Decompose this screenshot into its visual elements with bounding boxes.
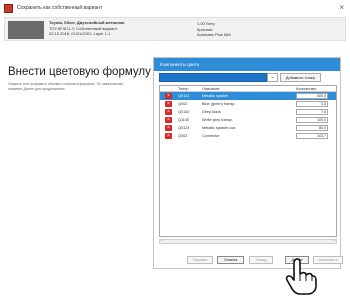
cancel-button[interactable]: Отмена bbox=[217, 256, 244, 264]
close-icon[interactable]: × bbox=[339, 3, 344, 12]
quantity-field[interactable]: 600.0 bbox=[296, 93, 328, 99]
delete-icon[interactable]: × bbox=[165, 101, 172, 107]
product-line-1: Toyota, Silver, Двухслойный металлик bbox=[49, 20, 125, 25]
toner-code: Q002 bbox=[178, 102, 188, 106]
quantity-field[interactable]: 100.0 bbox=[296, 117, 328, 123]
help-button[interactable]: Справка bbox=[187, 256, 213, 264]
toner-table: Тонер Описание Количество × Q0122 Metall… bbox=[159, 85, 337, 237]
table-row[interactable]: × Q002 Blue (green) transp. 3.5 bbox=[160, 100, 336, 108]
table-row[interactable]: × Q0122 Metallic sparkle 600.0 bbox=[160, 92, 336, 100]
toner-code: Q0140 bbox=[178, 110, 190, 114]
table-row[interactable]: × Q003 Connector 103.7 bbox=[160, 132, 336, 140]
quantity-field[interactable]: 7.6 bbox=[296, 109, 328, 115]
page-title: Внести цветовую формулу bbox=[8, 66, 151, 78]
panel-title: Компоненты цвета bbox=[154, 58, 340, 71]
toner-description: Connector bbox=[202, 134, 220, 138]
toner-description: Blue (green) transp. bbox=[202, 102, 236, 106]
delete-icon[interactable]: × bbox=[165, 109, 172, 115]
quantity-field[interactable]: 103.7 bbox=[296, 133, 328, 139]
panel-toolbar: ⌄ Добавить тонер bbox=[159, 73, 337, 82]
table-row[interactable]: × Q0124 Metallic sparkle coa 80.0 bbox=[160, 124, 336, 132]
delete-icon[interactable]: × bbox=[165, 133, 172, 139]
toner-description: Deep black bbox=[202, 110, 221, 114]
delete-icon[interactable]: × bbox=[165, 117, 172, 123]
add-toner-button[interactable]: Добавить тонер bbox=[280, 73, 321, 82]
window-title: Сохранить как собственный вариант bbox=[17, 5, 103, 11]
column-header-description: Описание bbox=[202, 87, 220, 91]
toner-description: Metallic sparkle bbox=[202, 94, 229, 98]
toner-code: Q003 bbox=[178, 134, 188, 138]
color-swatch bbox=[8, 21, 44, 39]
toner-code: Q0122 bbox=[178, 94, 190, 98]
column-header-quantity: Количество bbox=[296, 87, 317, 91]
toner-code: Q1140 bbox=[178, 118, 190, 122]
hand-cursor-icon bbox=[285, 258, 317, 295]
horizontal-scrollbar[interactable] bbox=[159, 238, 337, 244]
quantity-field[interactable]: 3.5 bbox=[296, 101, 328, 107]
back-button[interactable]: Назад bbox=[249, 256, 273, 264]
toner-description: White grey transp. bbox=[202, 118, 233, 122]
page-description: Укажите или исправьте объемы тонеров в ф… bbox=[8, 82, 124, 91]
app-icon bbox=[4, 3, 13, 13]
table-row[interactable]: × Q0140 Deep black 7.6 bbox=[160, 108, 336, 116]
column-header-code: Тонер bbox=[178, 87, 189, 91]
table-row[interactable]: × Q1140 White grey transp. 100.0 bbox=[160, 116, 336, 124]
toner-code: Q0124 bbox=[178, 126, 190, 130]
product-line-3: 22.10.2016, 01/01/2001, Layer 1-1 bbox=[49, 31, 111, 36]
toner-select[interactable] bbox=[159, 73, 267, 82]
product-info: Toyota, Silver, Двухслойный металлик TOY… bbox=[49, 20, 124, 37]
chevron-down-icon[interactable]: ⌄ bbox=[267, 73, 278, 82]
toner-description: Metallic sparkle coa bbox=[202, 126, 236, 130]
delete-icon[interactable]: × bbox=[165, 125, 172, 131]
product-header: Toyota, Silver, Двухслойный металлик TOY… bbox=[4, 17, 346, 41]
job-info: 1.00 Литр Красная Autobase Plus MM bbox=[197, 21, 231, 38]
quantity-field[interactable]: 80.0 bbox=[296, 125, 328, 131]
title-bar: Сохранить как собственный вариант × bbox=[0, 0, 350, 16]
job-line-3: Autobase Plus MM bbox=[197, 32, 231, 37]
color-components-panel: Компоненты цвета ⌄ Добавить тонер Тонер … bbox=[153, 57, 341, 269]
delete-icon[interactable]: × bbox=[165, 93, 172, 99]
